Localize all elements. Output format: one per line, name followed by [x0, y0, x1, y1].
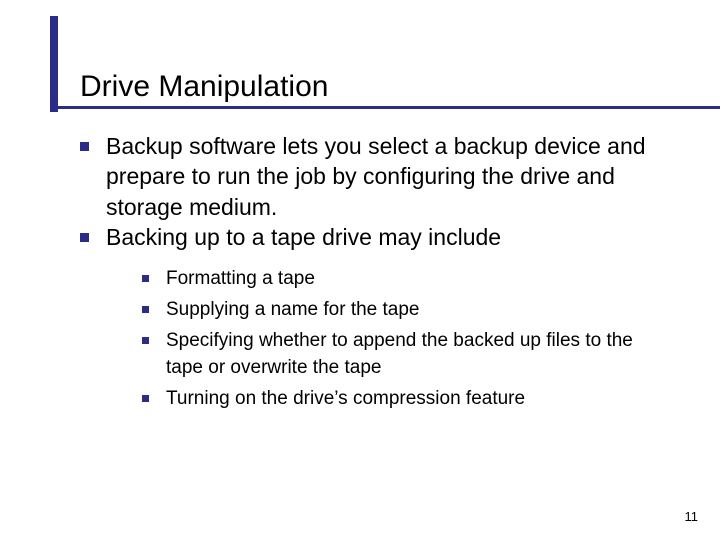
- list-item: Formatting a tape: [142, 266, 670, 293]
- bullet-text: Specifying whether to append the backed …: [166, 330, 633, 378]
- title-accent-bar: [50, 16, 58, 112]
- bullet-text: Turning on the drive’s compression featu…: [166, 388, 525, 409]
- bullet-text: Backing up to a tape drive may include: [106, 224, 501, 250]
- slide-title: Drive Manipulation: [80, 70, 670, 103]
- list-item: Specifying whether to append the backed …: [142, 328, 670, 382]
- title-underline: [50, 106, 720, 109]
- list-item: Supplying a name for the tape: [142, 297, 670, 324]
- bullet-text: Supplying a name for the tape: [166, 299, 420, 320]
- bullet-list: Backup software lets you select a backup…: [50, 131, 670, 413]
- page-number: 11: [685, 509, 699, 524]
- bullet-text: Formatting a tape: [166, 268, 315, 289]
- list-item: Turning on the drive’s compression featu…: [142, 386, 670, 413]
- sub-bullet-list: Formatting a tape Supplying a name for t…: [106, 266, 670, 413]
- bullet-text: Backup software lets you select a backup…: [106, 133, 646, 220]
- list-item: Backup software lets you select a backup…: [80, 131, 670, 222]
- title-block: Drive Manipulation: [50, 70, 670, 103]
- slide: Drive Manipulation Backup software lets …: [0, 0, 720, 413]
- list-item: Backing up to a tape drive may include F…: [80, 222, 670, 413]
